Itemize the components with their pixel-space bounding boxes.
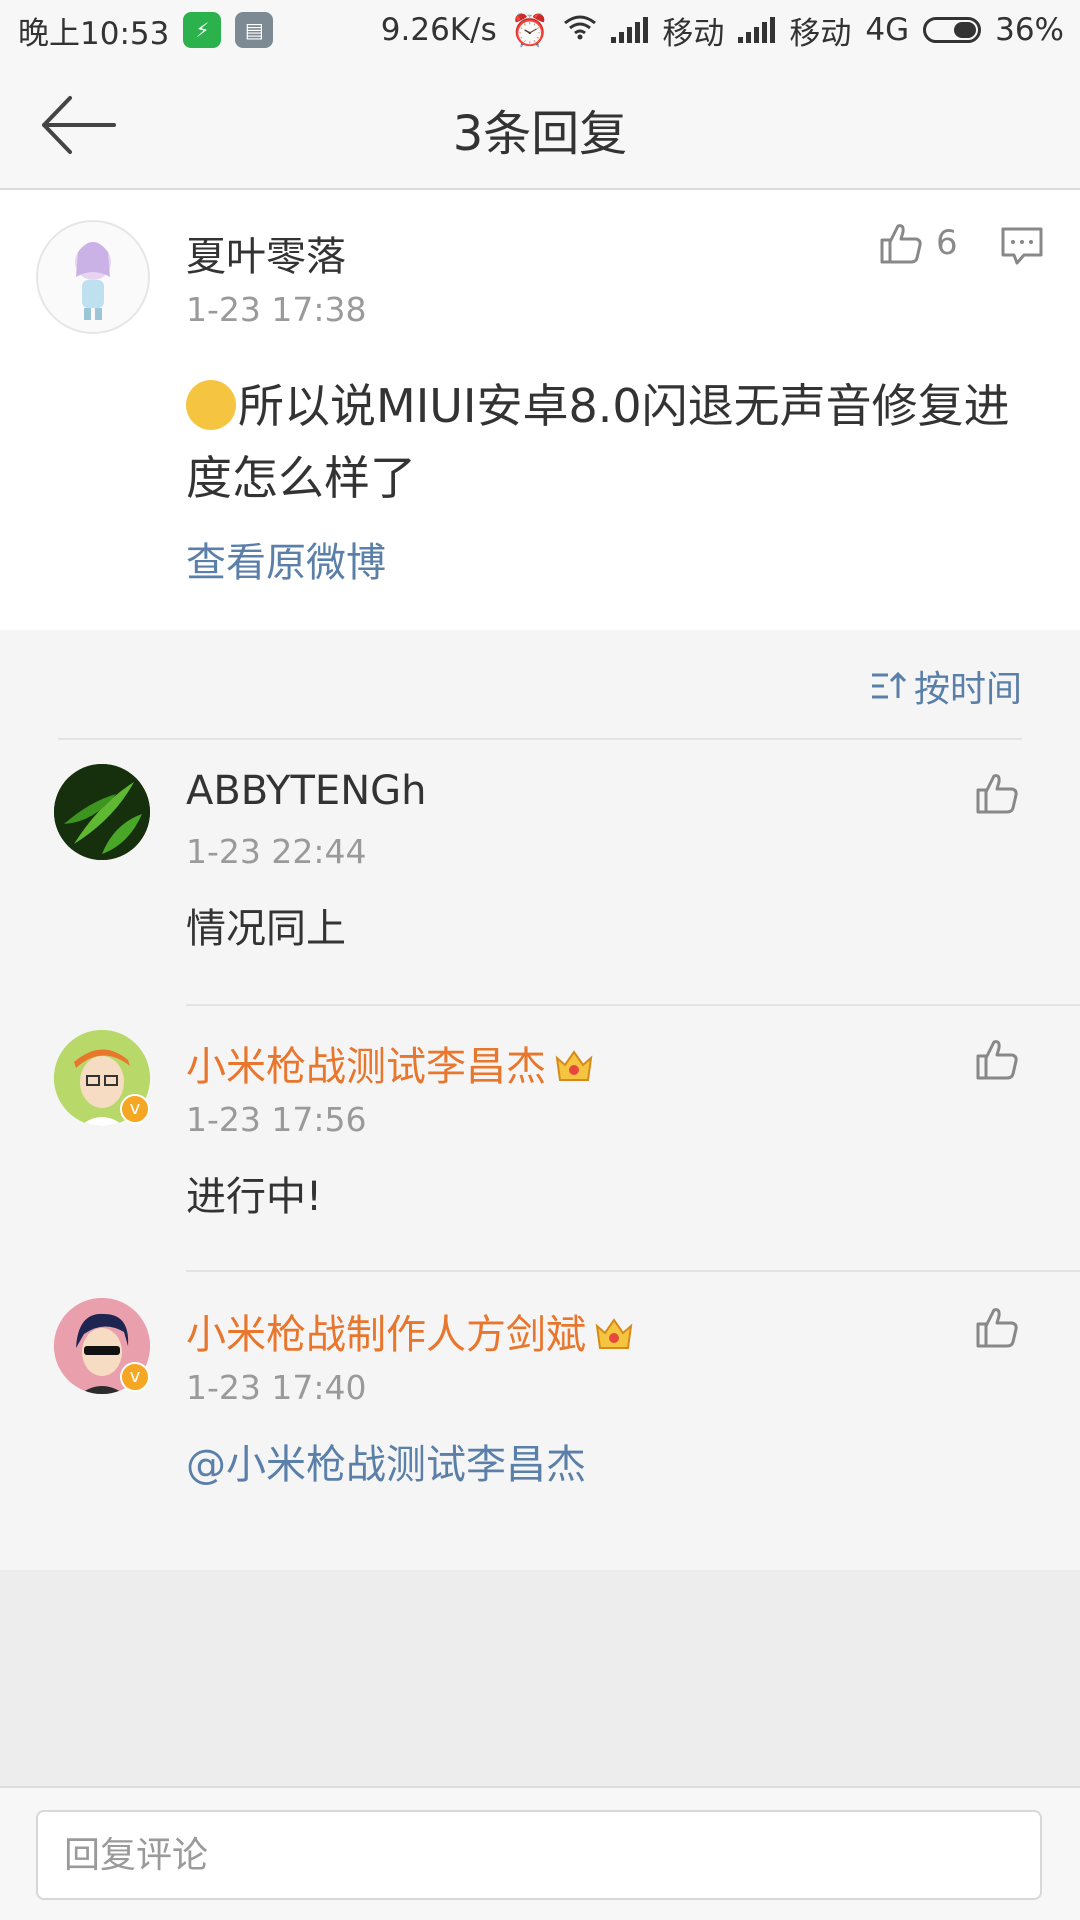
signal-icon <box>611 17 649 43</box>
timestamp: 1-23 17:38 <box>186 290 367 329</box>
battery-percent: 36% <box>995 12 1064 48</box>
reply-username[interactable]: 小米枪战制作人方剑斌 <box>186 1302 634 1360</box>
view-original-link[interactable]: 查看原微博 <box>186 530 386 588</box>
sort-label: 按时间 <box>913 669 1022 710</box>
reply-comment-input[interactable] <box>36 1810 1042 1900</box>
verified-badge-icon: v <box>120 1362 150 1392</box>
avatar[interactable] <box>36 220 150 334</box>
mention-link[interactable]: @小米枪战测试李昌杰 <box>186 1432 586 1490</box>
divider <box>186 1004 1080 1006</box>
app-notification-icon: ▤ <box>235 12 274 48</box>
reply-username-text: 小米枪战测试李昌杰 <box>186 1044 546 1090</box>
alarm-icon: ⏰ <box>510 12 550 49</box>
thumbs-up-icon <box>880 224 922 264</box>
signal-icon <box>738 17 776 43</box>
sort-by-time-toggle[interactable]: 按时间 <box>870 660 1022 712</box>
battery-icon <box>923 17 982 43</box>
thumbs-up-icon <box>976 774 1018 814</box>
divider <box>58 738 1022 740</box>
thumbs-up-icon <box>976 1040 1018 1080</box>
replies-section: 按时间 ABBYTENGh 1-23 22:44 情况同上 v 小米枪战测试李昌… <box>0 630 1080 1570</box>
reply-username[interactable]: 小米枪战测试李昌杰 <box>186 1034 594 1092</box>
status-time: 晚上10:53 <box>18 15 170 52</box>
page-title: 3条回复 <box>452 106 628 162</box>
avatar[interactable] <box>54 764 150 860</box>
reply-username-text: 小米枪战制作人方剑斌 <box>186 1312 586 1358</box>
reply-username[interactable]: ABBYTENGh <box>186 768 426 814</box>
wifi-icon <box>563 12 597 48</box>
like-button[interactable] <box>974 1036 1020 1086</box>
username[interactable]: 夏叶零落 <box>186 224 346 282</box>
verified-badge-icon: v <box>120 1094 150 1124</box>
reply-timestamp: 1-23 17:40 <box>186 1368 367 1407</box>
comment-icon <box>1001 227 1043 265</box>
vip-crown-icon <box>554 1048 594 1084</box>
main-comment: 夏叶零落 1-23 17:38 6 所以说MIUI安卓8.0闪退无声音修复进度怎… <box>0 190 1080 630</box>
sort-icon <box>871 671 906 699</box>
like-button[interactable]: 6 <box>878 220 958 266</box>
reply-timestamp: 1-23 17:56 <box>186 1100 367 1139</box>
security-shield-icon: ⚡ <box>183 12 222 48</box>
like-button[interactable] <box>974 770 1020 820</box>
reply-timestamp: 1-23 22:44 <box>186 832 367 871</box>
like-button[interactable] <box>974 1304 1020 1354</box>
divider <box>186 1270 1080 1272</box>
carrier-2: 移动 <box>789 15 852 52</box>
vip-crown-icon <box>594 1316 634 1352</box>
reply-input-bar <box>0 1786 1080 1920</box>
reply-button[interactable] <box>1000 226 1044 270</box>
thumbs-up-icon <box>976 1308 1018 1348</box>
top-nav-bar: 3条回复 <box>0 60 1080 190</box>
reply-text: 情况同上 <box>186 906 346 952</box>
like-count: 6 <box>936 223 958 263</box>
status-bar: 晚上10:53 ⚡ ▤ 9.26K/s ⏰ 移动 移动 4G 36% <box>0 0 1080 60</box>
carrier-1: 移动 <box>662 15 725 52</box>
comment-text: 所以说MIUI安卓8.0闪退无声音修复进度怎么样了 <box>186 370 1046 514</box>
laughing-crying-emoji-icon <box>186 380 236 430</box>
comment-text-body: 所以说MIUI安卓8.0闪退无声音修复进度怎么样了 <box>186 379 1010 505</box>
reply-text: 进行中! <box>186 1174 323 1220</box>
network-type: 4G <box>865 12 910 48</box>
network-speed: 9.26K/s <box>380 12 497 48</box>
